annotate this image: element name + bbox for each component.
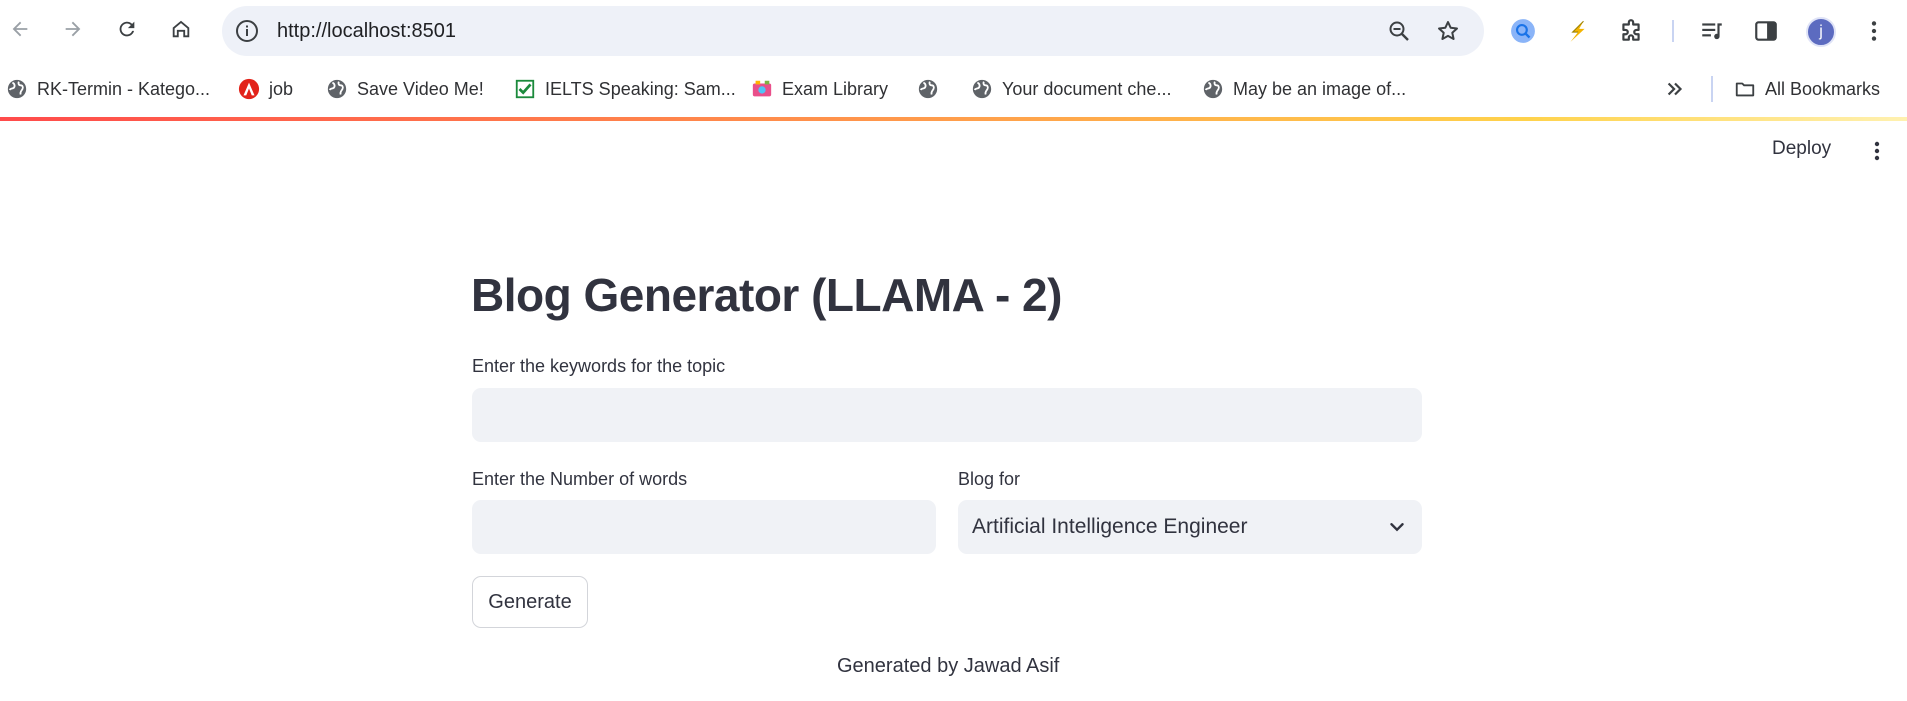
exam-library-icon [751, 78, 773, 100]
deploy-button[interactable]: Deploy [1772, 138, 1831, 160]
globe-icon [971, 78, 993, 100]
checkbox-icon [514, 78, 536, 100]
back-arrow-icon [12, 21, 28, 37]
home-icon [172, 20, 190, 38]
site-info-icon[interactable] [234, 18, 260, 44]
toolbar-divider [1672, 20, 1674, 42]
arbeitsagentur-icon [238, 78, 260, 100]
globe-icon [6, 78, 28, 100]
bookmark-item[interactable]: IELTS Speaking: Sam... [514, 74, 736, 104]
blog-for-label: Blog for [958, 469, 1021, 489]
bookmark-label: RK-Termin - Katego... [37, 78, 211, 99]
bookmark-label: Exam Library [782, 78, 889, 99]
bookmark-label: job [269, 78, 294, 99]
chevron-double-right-icon [1664, 78, 1686, 100]
bookmark-item[interactable]: Exam Library [751, 74, 888, 104]
bookmarks-bar: RK-Termin - Katego... job Save Video Me!… [0, 62, 1907, 118]
globe-icon [917, 78, 939, 100]
app-menu-icon[interactable] [1862, 136, 1892, 166]
bookmarks-overflow-button[interactable] [1664, 74, 1686, 104]
globe-icon [1202, 78, 1224, 100]
forward-arrow-icon [65, 21, 81, 37]
bookmark-star-icon[interactable] [1435, 18, 1461, 44]
reload-button[interactable] [110, 12, 144, 46]
blog-for-selected-value: Artificial Intelligence Engineer [972, 515, 1248, 538]
bookmark-item[interactable]: job [238, 74, 293, 104]
zoom-icon[interactable] [1386, 18, 1412, 44]
reload-icon [119, 21, 135, 37]
chevron-down-icon[interactable] [1386, 516, 1408, 538]
words-label: Enter the Number of words [472, 469, 688, 489]
home-button[interactable] [164, 12, 198, 46]
forward-button[interactable] [56, 12, 90, 46]
back-button[interactable] [3, 12, 37, 46]
media-playlist-icon[interactable] [1695, 14, 1729, 48]
word-count-input[interactable] [472, 500, 936, 554]
bookmark-item[interactable] [917, 74, 948, 104]
bookmark-item[interactable]: Save Video Me! [326, 74, 484, 104]
footer-credit: Generated by Jawad Asif [837, 655, 1060, 677]
folder-icon [1734, 78, 1756, 100]
url-text[interactable]: http://localhost:8501 [277, 20, 456, 43]
generate-button[interactable]: Generate [472, 576, 588, 628]
bookmark-item[interactable]: May be an image of... [1202, 74, 1406, 104]
app-loading-decoration [0, 117, 1907, 121]
bookmark-item[interactable]: RK-Termin - Katego... [6, 74, 210, 104]
keywords-label: Enter the keywords for the topic [472, 356, 726, 376]
bookmark-item[interactable]: Your document che... [971, 74, 1171, 104]
bookmark-label: May be an image of... [1233, 78, 1407, 99]
browser-menu-icon[interactable] [1857, 14, 1891, 48]
bookmark-label: IELTS Speaking: Sam... [545, 78, 736, 99]
bookmark-label: Save Video Me! [357, 78, 484, 99]
bookmark-label: Your document che... [1002, 78, 1172, 99]
keywords-input[interactable] [472, 388, 1422, 442]
extensions-puzzle-icon[interactable] [1614, 14, 1648, 48]
address-bar[interactable]: http://localhost:8501 [222, 6, 1484, 56]
profile-avatar[interactable]: j [1806, 17, 1836, 47]
all-bookmarks-button[interactable]: All Bookmarks [1734, 74, 1880, 104]
all-bookmarks-label: All Bookmarks [1765, 78, 1881, 99]
lightning-extension-icon[interactable] [1560, 14, 1594, 48]
globe-icon [326, 78, 348, 100]
page-title: Blog Generator (LLAMA - 2) [471, 269, 1062, 321]
browser-toolbar: http://localhost:8501 j [0, 0, 1907, 62]
bookmarks-divider [1711, 76, 1713, 102]
blog-for-select[interactable]: Artificial Intelligence Engineer [958, 500, 1422, 554]
search-extension-icon[interactable] [1506, 14, 1540, 48]
side-panel-icon[interactable] [1749, 14, 1783, 48]
